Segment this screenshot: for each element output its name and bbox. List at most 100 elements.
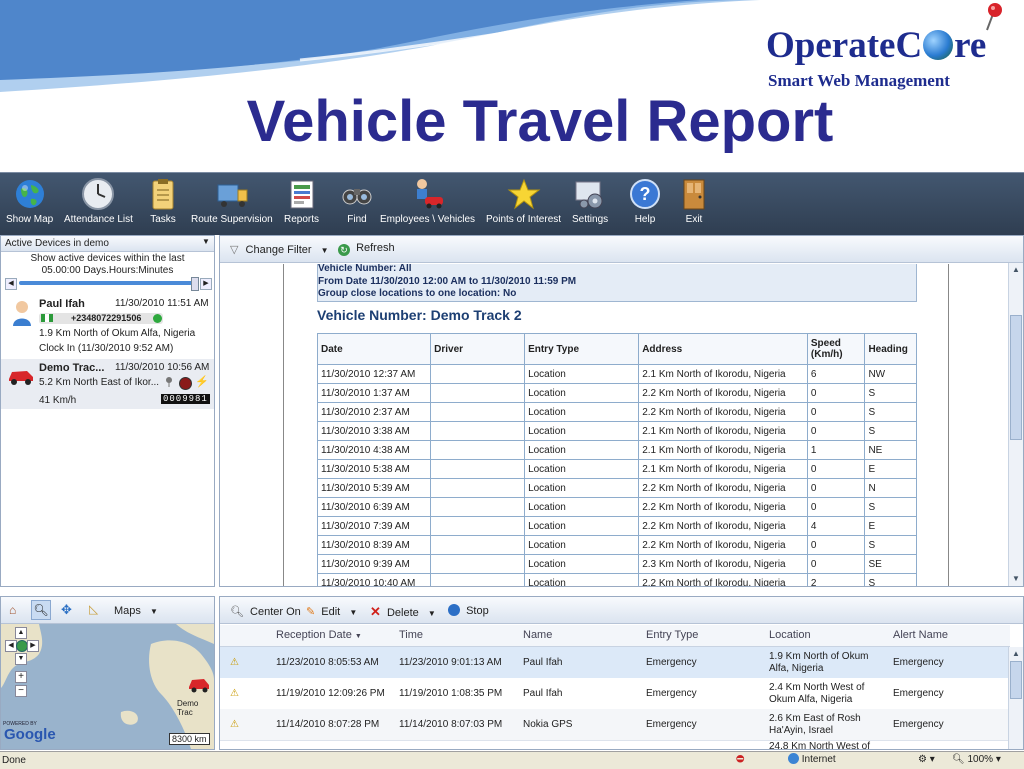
scroll-up-arrow[interactable]: ▲ — [1010, 649, 1022, 659]
scroll-thumb[interactable] — [1010, 661, 1022, 699]
alerts-scrollbar[interactable]: ▲ — [1008, 647, 1023, 749]
warning-icon: ⚠ — [230, 688, 239, 699]
column-header: Heading — [864, 333, 917, 365]
vehicle-marker-icon[interactable] — [187, 675, 211, 693]
toolbar-attendance-list[interactable]: Attendance List — [64, 177, 133, 225]
globe-logo-icon — [923, 30, 954, 60]
table-row: 11/30/2010 7:39 AM Location 2.2 Km North o… — [316, 516, 917, 536]
slider-left-arrow[interactable]: ◀ — [5, 278, 17, 290]
column-header-entry-type[interactable]: Entry Type — [646, 625, 698, 645]
zoom-control[interactable]: 🔍︎ 100% ▾ — [952, 754, 1001, 765]
table-cell: Location — [524, 516, 640, 536]
toolbar-tasks[interactable]: Tasks — [146, 177, 180, 225]
pencil-icon: ✎ — [306, 606, 316, 618]
toolbar-label: Show Map — [6, 214, 54, 225]
zoom-out-button[interactable]: − — [15, 685, 27, 697]
report-scrollbar[interactable]: ▲ ▼ — [1008, 263, 1023, 586]
column-header-reception-date[interactable]: Reception Date ▼ — [276, 625, 362, 647]
home-icon[interactable]: ⌂ — [9, 603, 16, 617]
pan-right-button[interactable]: ▶ — [27, 640, 39, 652]
table-cell: Location — [524, 573, 640, 586]
scroll-down-arrow[interactable]: ▼ — [1010, 574, 1022, 584]
alert-row[interactable]: ⚠ 11/14/2010 8:07:28 PM 11/14/2010 8:07:03… — [220, 709, 1010, 741]
toolbar-points-of-interest[interactable]: Points of Interest — [486, 177, 561, 225]
alert-cell: Emergency — [646, 657, 697, 668]
column-header: Entry Type — [524, 333, 640, 365]
table-cell: 0 — [806, 459, 866, 479]
device-item-paul-ifah[interactable]: Paul Ifah 11/30/2010 11:51 AM +234807229… — [1, 296, 214, 358]
toolbar-employees-vehicles[interactable]: Employees \ Vehicles — [380, 177, 475, 225]
table-cell: S — [864, 573, 917, 586]
toolbar-settings[interactable]: Settings — [572, 177, 608, 225]
pushpin-icon — [986, 3, 1002, 31]
power-icon: ⚡ — [195, 376, 209, 388]
table-cell: 0 — [806, 497, 866, 517]
protected-mode-icon[interactable]: ⚙︎ ▾ — [918, 754, 935, 765]
alert-row[interactable]: ⚠ 11/23/2010 8:05:53 AM 11/23/2010 9:01:13… — [220, 647, 1010, 679]
zoom-tool-icon[interactable]: 🔍︎ — [31, 600, 51, 620]
pan-tool-icon[interactable]: ✥ — [61, 602, 72, 618]
report-icon — [290, 180, 313, 209]
alert-cell: Emergency — [893, 688, 944, 699]
report-table-body: 11/30/2010 12:37 AM Location 2.1 Km North … — [316, 364, 917, 586]
globe-icon — [15, 180, 44, 208]
warning-icon: ⚠ — [230, 719, 239, 730]
star-icon — [507, 178, 540, 210]
toolbar-label: Exit — [685, 214, 703, 225]
door-icon — [683, 179, 705, 210]
table-cell: 0 — [806, 554, 866, 574]
chevron-down-icon: ▼ — [149, 607, 158, 616]
table-cell: Location — [524, 440, 640, 460]
maps-dropdown[interactable]: Maps ▼ — [114, 605, 158, 617]
table-cell: SE — [864, 554, 917, 574]
logo-text-right: re — [954, 25, 987, 66]
call-status-icon — [153, 314, 162, 323]
center-on-button[interactable]: 🔍︎ Center On — [230, 605, 301, 618]
device-item-demo-track[interactable]: Demo Trac... 11/30/2010 10:56 AM 5.2 Km … — [1, 359, 214, 409]
pan-down-button[interactable]: ▼ — [15, 653, 27, 665]
svg-text:?: ? — [640, 184, 651, 204]
toolbar-show-map[interactable]: Show Map — [6, 177, 53, 225]
toolbar-route-supervision[interactable]: Route Supervision — [191, 177, 273, 225]
report-criteria-line: Group close locations to one location: N… — [318, 288, 517, 299]
slider-track — [19, 281, 199, 285]
change-filter-button[interactable]: ▽ Change Filter ▼ — [230, 243, 329, 256]
device-location: 5.2 Km North East of Ikor... — [39, 377, 160, 388]
pan-up-button[interactable]: ▲ — [15, 627, 27, 639]
alert-row[interactable]: ⚠ 11/19/2010 12:09:26 PM 11/19/2010 1:08:3… — [220, 678, 1010, 710]
table-cell: S — [864, 535, 917, 555]
toolbar-reports[interactable]: Reports — [284, 177, 319, 225]
slider-thumb[interactable] — [191, 277, 199, 291]
alert-cell: 11/14/2010 8:07:28 PM — [276, 719, 380, 730]
table-cell: Location — [524, 364, 640, 384]
table-cell: 0 — [806, 383, 866, 403]
table-cell — [430, 497, 526, 517]
toolbar-help[interactable]: ? Help — [628, 177, 662, 225]
delete-button[interactable]: ✕ Delete ▼ — [370, 604, 436, 620]
ruler-icon[interactable]: ◺ — [89, 602, 98, 616]
refresh-button[interactable]: ↻ Refresh — [338, 242, 395, 256]
table-cell: 2.2 Km North of Ikorodu, Nigeria — [638, 402, 808, 422]
table-cell: 11/30/2010 7:39 AM — [316, 516, 432, 536]
scroll-thumb[interactable] — [1010, 315, 1022, 440]
table-cell — [430, 573, 526, 586]
table-cell — [430, 516, 526, 536]
column-header-alert-name[interactable]: Alert Name — [893, 625, 948, 645]
column-header-location[interactable]: Location — [769, 625, 811, 645]
toolbar-find[interactable]: Find — [340, 177, 374, 225]
stop-button[interactable]: Stop — [448, 604, 489, 617]
time-range-slider[interactable]: ◀ ▶ — [5, 277, 212, 291]
scroll-up-arrow[interactable]: ▲ — [1010, 265, 1022, 275]
table-cell: 2.3 Km North of Ikorodu, Nigeria — [638, 554, 808, 574]
toolbar-exit[interactable]: Exit — [677, 177, 711, 225]
table-cell: 11/30/2010 9:39 AM — [316, 554, 432, 574]
edit-button[interactable]: ✎ Edit ▼ — [306, 605, 357, 618]
column-header-name[interactable]: Name — [523, 625, 552, 645]
toolbar-label: Points of Interest — [486, 214, 562, 225]
devices-filter-select[interactable]: Active Devices in demo ▼ — [1, 236, 214, 252]
alert-row[interactable]: 24.8 Km North West of — [220, 740, 1010, 749]
column-header-time[interactable]: Time — [399, 625, 423, 645]
zoom-in-button[interactable]: + — [15, 671, 27, 683]
alert-cell: Emergency — [646, 719, 697, 730]
slider-right-arrow[interactable]: ▶ — [200, 278, 212, 290]
